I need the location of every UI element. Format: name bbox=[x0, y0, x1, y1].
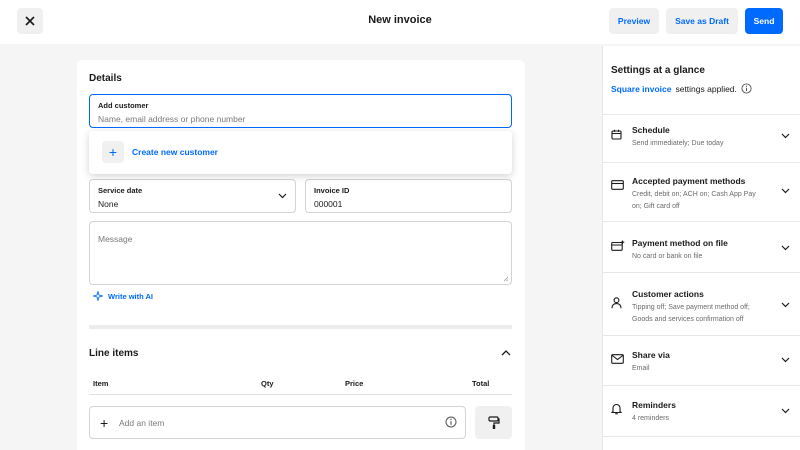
section-divider bbox=[89, 325, 512, 329]
setting-title: Customer actions bbox=[632, 289, 704, 299]
resize-handle-icon bbox=[503, 276, 509, 282]
setting-title: Reminders bbox=[632, 400, 676, 410]
settings-applied-text: settings applied. bbox=[675, 83, 737, 94]
paint-roller-icon bbox=[487, 415, 500, 429]
top-bar: New invoice Preview Save as Draft Send bbox=[0, 0, 800, 44]
service-date-select[interactable]: Service date None bbox=[89, 179, 296, 213]
schedule-setting[interactable]: Schedule Send immediately; Due today bbox=[603, 125, 800, 165]
setting-description: Tipping off; Save payment method off; Go… bbox=[632, 304, 750, 323]
setting-description: No card or bank on file bbox=[632, 253, 703, 260]
create-customer-option[interactable]: Create new customer bbox=[132, 147, 218, 157]
square-invoice-link[interactable]: Square invoice bbox=[611, 84, 671, 94]
chevron-down-icon bbox=[781, 133, 790, 139]
info-icon[interactable] bbox=[741, 83, 752, 94]
panel-divider bbox=[603, 162, 800, 163]
plus-icon: + bbox=[100, 415, 109, 431]
envelope-icon bbox=[611, 354, 624, 364]
send-button[interactable]: Send bbox=[745, 8, 783, 34]
customer-dropdown: + Create new customer bbox=[89, 131, 512, 174]
setting-title: Schedule bbox=[632, 125, 670, 135]
sparkle-icon bbox=[93, 291, 103, 301]
column-header-total: Total bbox=[472, 379, 490, 388]
column-header-price: Price bbox=[345, 379, 364, 388]
message-placeholder: Message bbox=[98, 234, 133, 244]
chevron-up-icon[interactable] bbox=[501, 350, 511, 356]
info-icon[interactable] bbox=[445, 416, 457, 428]
setting-description: 4 reminders bbox=[632, 415, 669, 422]
chevron-down-icon bbox=[278, 193, 287, 199]
setting-description: Credit, debit on; ACH on; Cash App Pay o… bbox=[632, 191, 756, 210]
item-library-button[interactable] bbox=[475, 406, 512, 439]
write-with-ai-link[interactable]: Write with AI bbox=[93, 291, 153, 301]
add-item-field[interactable]: + Add an item bbox=[89, 406, 466, 439]
chevron-down-icon bbox=[781, 245, 790, 251]
header-divider bbox=[89, 394, 512, 395]
setting-description: Email bbox=[632, 365, 650, 372]
panel-divider bbox=[603, 436, 800, 437]
calendar-icon bbox=[611, 129, 622, 140]
settings-title: Settings at a glance bbox=[611, 65, 705, 76]
save-draft-button[interactable]: Save as Draft bbox=[666, 8, 738, 34]
panel-divider bbox=[603, 335, 800, 336]
column-header-qty: Qty bbox=[261, 379, 274, 388]
add-item-placeholder: Add an item bbox=[119, 418, 165, 428]
column-header-item: Item bbox=[93, 379, 109, 388]
payment-on-file-setting[interactable]: Payment method on file No card or bank o… bbox=[603, 238, 800, 262]
panel-divider bbox=[603, 221, 800, 222]
invoice-id-value: 000001 bbox=[314, 199, 343, 209]
card-icon bbox=[611, 180, 624, 190]
plus-icon[interactable]: + bbox=[102, 141, 124, 163]
reminders-setting[interactable]: Reminders 4 reminders bbox=[603, 400, 800, 424]
customer-field-placeholder: Name, email address or phone number bbox=[98, 114, 246, 124]
invoice-id-label: Invoice ID bbox=[314, 186, 350, 195]
setting-title: Accepted payment methods bbox=[632, 176, 746, 186]
chevron-down-icon bbox=[781, 357, 790, 363]
card-plus-icon bbox=[611, 240, 625, 251]
invoice-id-field[interactable]: Invoice ID 000001 bbox=[305, 179, 512, 213]
preview-button[interactable]: Preview bbox=[609, 8, 659, 34]
chevron-down-icon bbox=[781, 302, 790, 308]
service-date-value: None bbox=[98, 199, 119, 209]
write-with-ai-label: Write with AI bbox=[108, 291, 153, 301]
service-date-label: Service date bbox=[98, 186, 143, 195]
message-field[interactable]: Message bbox=[89, 221, 512, 285]
panel-divider bbox=[603, 272, 800, 273]
panel-divider bbox=[603, 385, 800, 386]
line-items-heading: Line items bbox=[89, 348, 139, 359]
setting-description: Send immediately; Due today bbox=[632, 140, 724, 147]
setting-title: Share via bbox=[632, 350, 670, 360]
person-icon bbox=[611, 297, 622, 309]
panel-divider bbox=[603, 114, 800, 115]
details-heading: Details bbox=[89, 73, 122, 84]
payment-methods-setting[interactable]: Accepted payment methods Credit, debit o… bbox=[603, 176, 800, 212]
bell-icon bbox=[611, 403, 622, 415]
customer-field-label: Add customer bbox=[98, 101, 149, 110]
share-via-setting[interactable]: Share via Email bbox=[603, 350, 800, 374]
chevron-down-icon bbox=[781, 188, 790, 194]
chevron-down-icon bbox=[781, 408, 790, 414]
settings-panel: Settings at a glance Square invoice sett… bbox=[602, 46, 800, 450]
setting-title: Payment method on file bbox=[632, 238, 728, 248]
settings-subtitle: Square invoice settings applied. bbox=[611, 83, 752, 94]
customer-search-field[interactable]: Add customer Name, email address or phon… bbox=[89, 94, 512, 128]
customer-actions-setting[interactable]: Customer actions Tipping off; Save payme… bbox=[603, 289, 800, 325]
